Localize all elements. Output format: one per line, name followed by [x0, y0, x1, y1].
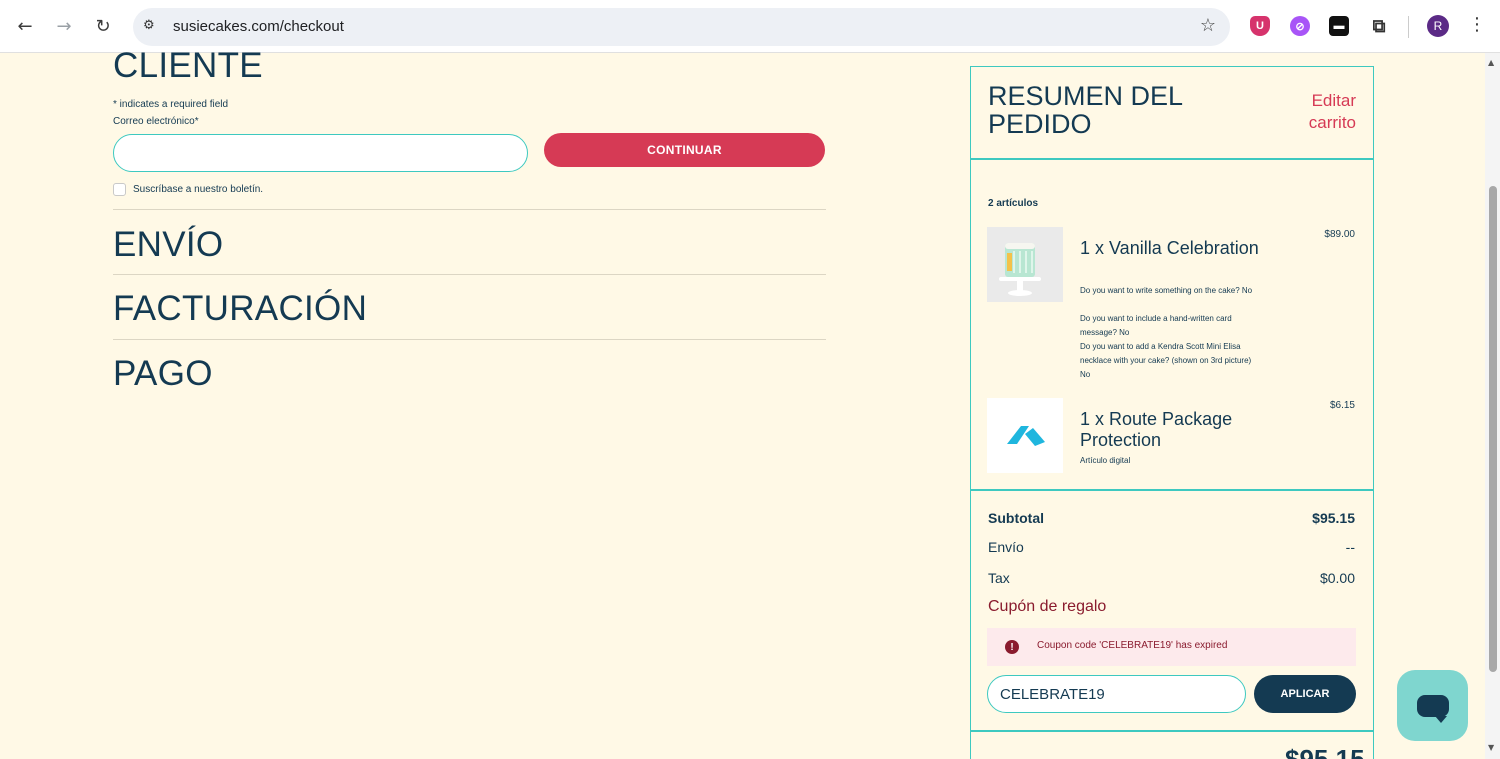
panel-divider — [970, 158, 1374, 160]
bookmark-star-icon[interactable]: ☆ — [1200, 15, 1216, 36]
section-divider — [113, 339, 826, 340]
panel-divider — [970, 730, 1374, 732]
back-icon[interactable]: ← — [13, 14, 37, 38]
coupon-error-text: Coupon code 'CELEBRATE19' has expired — [1037, 640, 1228, 651]
address-bar[interactable]: ⚙ susiecakes.com/checkout ☆ — [133, 8, 1230, 46]
forward-icon[interactable]: → — [52, 14, 76, 38]
order-total-value: $95.15 — [1285, 744, 1365, 759]
cake-thumbnail[interactable] — [987, 227, 1063, 302]
coupon-code-input[interactable]: CELEBRATE19 — [987, 675, 1246, 713]
toolbar-divider — [1408, 16, 1409, 38]
chat-button[interactable] — [1397, 670, 1468, 741]
newsletter-checkbox[interactable] — [113, 183, 126, 196]
payment-section-title[interactable]: PAGO — [113, 354, 213, 394]
item-title: 1 x Route Package Protection — [1080, 409, 1233, 450]
browser-menu-icon[interactable]: ⋮ — [1468, 14, 1486, 35]
subtotal-label: Subtotal — [988, 510, 1044, 526]
item-option: Do you want to add a Kendra Scott Mini E… — [1080, 342, 1252, 379]
panel-divider — [970, 489, 1374, 491]
section-divider — [113, 209, 826, 210]
profile-avatar[interactable]: R — [1427, 15, 1449, 37]
shipping-value: -- — [1345, 539, 1355, 555]
scroll-down-arrow-icon[interactable]: ▼ — [1488, 743, 1494, 752]
email-label: Correo electrónico* — [113, 116, 199, 127]
route-logo-thumbnail[interactable] — [987, 398, 1063, 473]
purple-extension-icon[interactable]: ⊘ — [1290, 16, 1310, 36]
order-summary-title: RESUMEN DEL PEDIDO — [988, 81, 1183, 139]
required-field-note: * indicates a required field — [113, 99, 229, 110]
coupon-error-alert: ! Coupon code 'CELEBRATE19' has expired — [987, 628, 1356, 666]
billing-section-title[interactable]: FACTURACIÓN — [113, 289, 367, 329]
item-option: Do you want to include a hand-written ca… — [1080, 314, 1232, 337]
subtotal-value: $95.15 — [1312, 510, 1355, 526]
edit-cart-link[interactable]: Editar carrito — [1290, 90, 1356, 134]
url-text[interactable]: susiecakes.com/checkout — [173, 18, 344, 35]
tax-value: $0.00 — [1319, 570, 1355, 586]
reload-icon[interactable]: ↻ — [91, 14, 115, 38]
items-count: 2 artículos — [988, 198, 1039, 209]
item-price: $6.15 — [1329, 400, 1355, 411]
tax-label: Tax — [988, 570, 1010, 586]
error-icon: ! — [1005, 640, 1019, 654]
black-extension-icon[interactable]: ▬ — [1329, 16, 1349, 36]
extensions-puzzle-icon[interactable]: ⧉ — [1369, 16, 1389, 37]
apply-coupon-button[interactable]: APLICAR — [1254, 675, 1356, 713]
item-price: $89.00 — [1324, 229, 1355, 240]
scroll-up-arrow-icon[interactable]: ▲ — [1488, 58, 1494, 67]
site-info-icon[interactable]: ⚙ — [143, 18, 161, 36]
item-title: 1 x Vanilla Celebration — [1080, 238, 1259, 258]
section-divider — [113, 274, 826, 275]
item-option: Do you want to write something on the ca… — [1080, 286, 1253, 295]
chat-bubble-icon — [1416, 694, 1449, 723]
newsletter-label[interactable]: Suscríbase a nuestro boletín. — [133, 184, 263, 195]
item-option: Artículo digital — [1080, 456, 1131, 465]
gift-coupon-title: Cupón de regalo — [988, 598, 1107, 615]
shipping-section-title[interactable]: ENVÍO — [113, 225, 223, 265]
email-field[interactable] — [113, 134, 528, 172]
continue-button[interactable]: CONTINUAR — [544, 133, 825, 167]
ublock-extension-icon[interactable]: U — [1250, 16, 1270, 36]
scrollbar-thumb[interactable] — [1489, 186, 1497, 672]
customer-section-title: CLIENTE — [113, 46, 263, 85]
shipping-label: Envío — [988, 539, 1024, 555]
